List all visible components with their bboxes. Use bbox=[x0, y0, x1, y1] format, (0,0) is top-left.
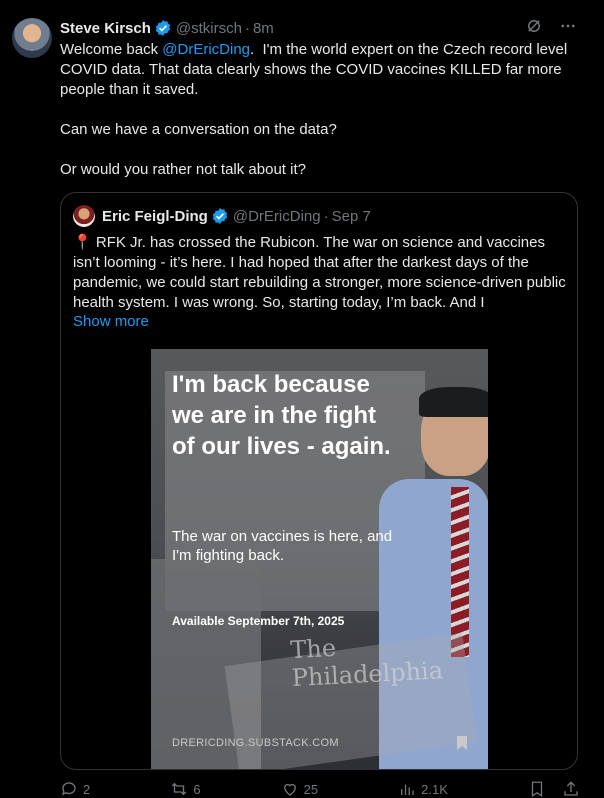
separator-dot: · bbox=[323, 207, 329, 225]
verified-badge-icon bbox=[155, 20, 171, 36]
quoted-tweet[interactable]: Eric Feigl-Ding @DrEricDing · Sep 7 📍 RF… bbox=[60, 192, 578, 770]
like-icon bbox=[283, 783, 296, 796]
media-subtitle: The war on vaccines is here, and I'm fig… bbox=[172, 528, 393, 564]
quoted-tweet-text: 📍 RFK Jr. has crossed the Rubicon. The w… bbox=[73, 233, 567, 313]
quoted-author-handle[interactable]: @DrEricDing bbox=[233, 208, 321, 225]
media-footer: DRERICDING.SUBSTACK.COM bbox=[172, 737, 339, 749]
author-name[interactable]: Steve Kirsch bbox=[60, 20, 151, 37]
tweet-header: Steve Kirsch @stkirsch · 8m bbox=[60, 18, 274, 38]
like-count: 25 bbox=[303, 781, 319, 797]
repost-count: 6 bbox=[193, 781, 201, 797]
avatar[interactable] bbox=[12, 18, 52, 58]
post-time[interactable]: 8m bbox=[253, 20, 274, 37]
media-date-line: Available September 7th, 2025 bbox=[172, 614, 345, 628]
quoted-author-name[interactable]: Eric Feigl-Ding bbox=[102, 208, 208, 225]
tweet-text: Welcome back @DrEricDing. I'm the world … bbox=[60, 40, 580, 180]
quoted-post-date[interactable]: Sep 7 bbox=[332, 208, 371, 225]
views-button[interactable]: 2.1K bbox=[398, 780, 448, 798]
header-actions bbox=[524, 16, 578, 36]
reply-icon bbox=[61, 782, 76, 796]
views-icon bbox=[401, 784, 414, 795]
newspaper-masthead: The Philadelphia bbox=[289, 633, 444, 693]
share-icon bbox=[564, 781, 578, 796]
repost-icon bbox=[172, 782, 187, 796]
bookmark-icon bbox=[531, 781, 543, 798]
author-handle[interactable]: @stkirsch bbox=[176, 20, 242, 37]
quoted-tweet-body: RFK Jr. has crossed the Rubicon. The war… bbox=[73, 234, 566, 311]
tweet-text-intro: Welcome back bbox=[60, 41, 163, 58]
repost-button[interactable]: 6 bbox=[170, 780, 201, 798]
quoted-avatar[interactable] bbox=[73, 205, 95, 227]
verified-badge-icon bbox=[212, 208, 227, 224]
bookmark-icon bbox=[457, 736, 467, 750]
reply-count: 2 bbox=[83, 781, 91, 797]
more-icon[interactable] bbox=[558, 16, 578, 36]
bookmark-button[interactable] bbox=[528, 780, 546, 798]
quoted-media-image[interactable]: I'm back because we are in the fight of … bbox=[151, 349, 488, 769]
share-button[interactable] bbox=[562, 780, 580, 798]
grok-icon[interactable] bbox=[524, 16, 544, 36]
person-hair bbox=[419, 387, 488, 417]
views-count: 2.1K bbox=[421, 781, 448, 797]
right-actions bbox=[528, 780, 580, 798]
action-bar: 2 6 25 2.1K bbox=[60, 780, 580, 798]
tweet-text-rest: . I'm the world expert on the Czech reco… bbox=[60, 41, 568, 178]
show-more-link[interactable]: Show more bbox=[73, 313, 149, 330]
quoted-tweet-header: Eric Feigl-Ding @DrEricDing · Sep 7 bbox=[73, 205, 371, 227]
separator-dot: · bbox=[244, 19, 250, 37]
reply-button[interactable]: 2 bbox=[60, 780, 90, 798]
media-headline: I'm back because we are in the fight of … bbox=[172, 371, 391, 460]
like-button[interactable]: 25 bbox=[281, 780, 318, 798]
mention-link[interactable]: @DrEricDing bbox=[162, 41, 250, 58]
location-pin-icon: 📍 bbox=[73, 234, 92, 251]
tweet: Steve Kirsch @stkirsch · 8m Welcome back… bbox=[0, 0, 604, 798]
